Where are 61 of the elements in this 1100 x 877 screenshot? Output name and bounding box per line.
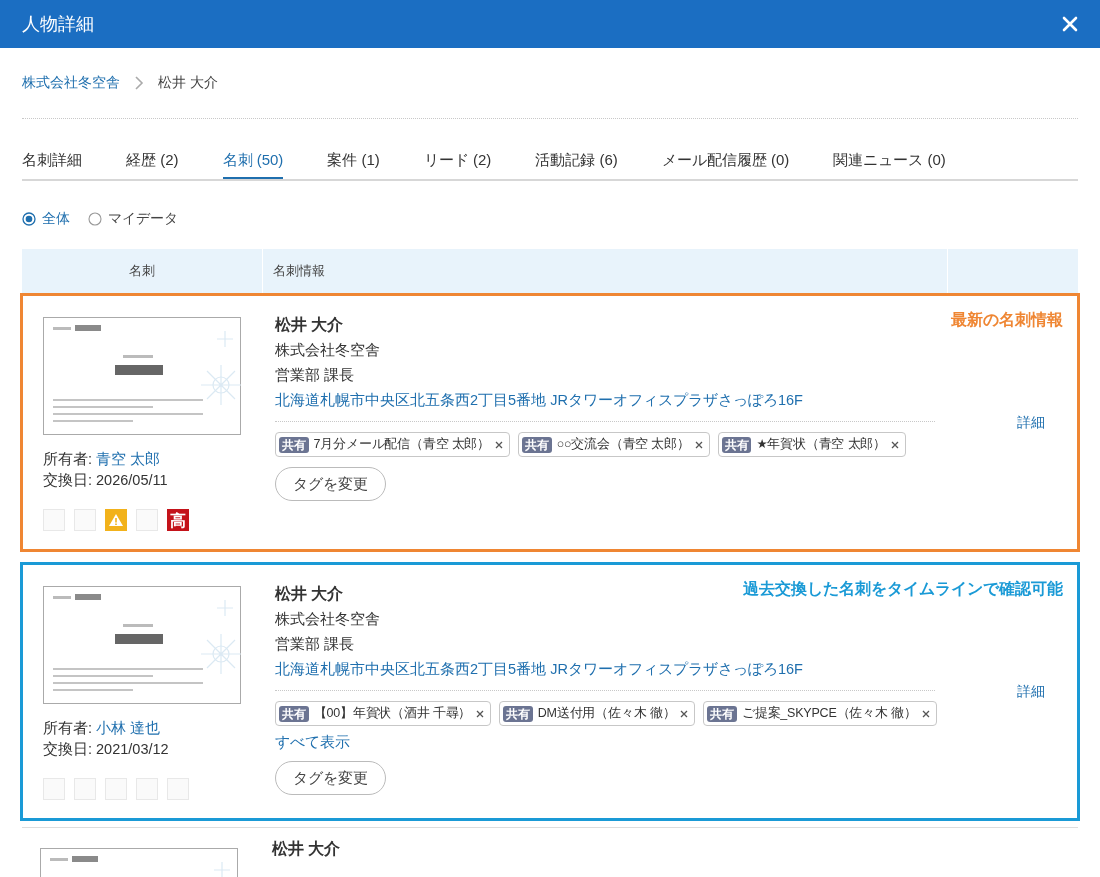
- change-tags-button[interactable]: タグを変更: [275, 467, 386, 501]
- radio-label: マイデータ: [108, 210, 178, 228]
- radio-label: 全体: [42, 210, 70, 228]
- detail-link[interactable]: 詳細: [1016, 413, 1045, 432]
- radio-button[interactable]: [88, 212, 102, 226]
- remove-icon[interactable]: [890, 440, 899, 449]
- radio-button[interactable]: [22, 212, 36, 226]
- company-name: 株式会社冬空舎: [275, 341, 381, 360]
- owner-link[interactable]: 小林 達也: [96, 720, 161, 736]
- tag-label: 【00】年賀状（酒井 千尋）: [313, 705, 472, 722]
- job-title: 営業部 課長: [275, 366, 356, 385]
- shared-badge: 共有: [503, 705, 533, 722]
- address-link[interactable]: 北海道札幌市中央区北五条西2丁目5番地 JRタワーオフィスプラザさっぽろ16F: [275, 657, 803, 682]
- tab[interactable]: 関連ニュース (0): [833, 139, 946, 179]
- tab[interactable]: 案件 (1): [327, 139, 380, 179]
- column-header: 名刺: [129, 262, 155, 280]
- owner-label: 所有者:: [43, 720, 94, 736]
- annotation-text: 過去交換した名刺をタイムラインで確認可能: [743, 579, 1063, 599]
- shared-badge: 共有: [279, 436, 309, 453]
- person-name: 松井 大介: [275, 315, 344, 335]
- breadcrumb-link[interactable]: 株式会社冬空舎: [22, 74, 120, 92]
- job-title: 営業部 課長: [275, 635, 356, 654]
- person-name: 松井 大介: [275, 584, 344, 604]
- tab[interactable]: 名刺詳細: [22, 139, 82, 179]
- shared-badge: 共有: [522, 436, 552, 453]
- exchange-date: 交換日: 2026/05/11: [43, 472, 168, 488]
- remove-icon[interactable]: [476, 709, 485, 718]
- remove-icon[interactable]: [495, 440, 504, 449]
- detail-link[interactable]: 詳細: [1016, 682, 1045, 701]
- show-all-link[interactable]: すべて表示: [275, 732, 350, 752]
- breadcrumb-current: 松井 大介: [158, 74, 218, 92]
- tab[interactable]: 名刺 (50): [222, 139, 284, 179]
- tag-label: 7月分メール配信（青空 太郎）: [313, 436, 491, 453]
- person-name: 松井 大介: [272, 839, 341, 859]
- warning-icon: [105, 509, 127, 531]
- tab[interactable]: メール配信履歴 (0): [661, 139, 790, 179]
- remove-icon[interactable]: [921, 709, 930, 718]
- change-tags-button[interactable]: タグを変更: [275, 761, 386, 795]
- tab[interactable]: 活動記録 (6): [535, 139, 618, 179]
- shared-badge: 共有: [707, 705, 737, 722]
- tag-label: DM送付用（佐々木 徹）: [537, 705, 676, 722]
- tab[interactable]: リード (2): [423, 139, 492, 179]
- column-header: 名刺情報: [262, 249, 947, 293]
- remove-icon[interactable]: [694, 440, 703, 449]
- tab[interactable]: 経歴 (2): [126, 139, 179, 179]
- annotation-text: 最新の名刺情報: [951, 310, 1063, 330]
- company-name: 株式会社冬空舎: [275, 610, 381, 629]
- shared-badge: 共有: [721, 436, 752, 453]
- tag-label: ご提案_SKYPCE（佐々木 徹）: [741, 705, 917, 722]
- chevron-right-icon: [134, 76, 144, 90]
- tag-label: ○○交流会（青空 太郎）: [556, 436, 690, 453]
- owner-label: 所有者:: [43, 451, 94, 467]
- shared-badge: 共有: [279, 705, 309, 722]
- tag-label: ★年賀状（青空 太郎）: [756, 436, 886, 453]
- priority-badge: 高: [167, 509, 189, 531]
- owner-link[interactable]: 青空 太郎: [96, 451, 161, 467]
- exchange-date: 交換日: 2021/03/12: [43, 741, 169, 757]
- window-title: 人物詳細: [22, 13, 94, 36]
- remove-icon[interactable]: [680, 709, 689, 718]
- close-icon[interactable]: [1062, 16, 1078, 32]
- address-link[interactable]: 北海道札幌市中央区北五条西2丁目5番地 JRタワーオフィスプラザさっぽろ16F: [275, 388, 803, 413]
